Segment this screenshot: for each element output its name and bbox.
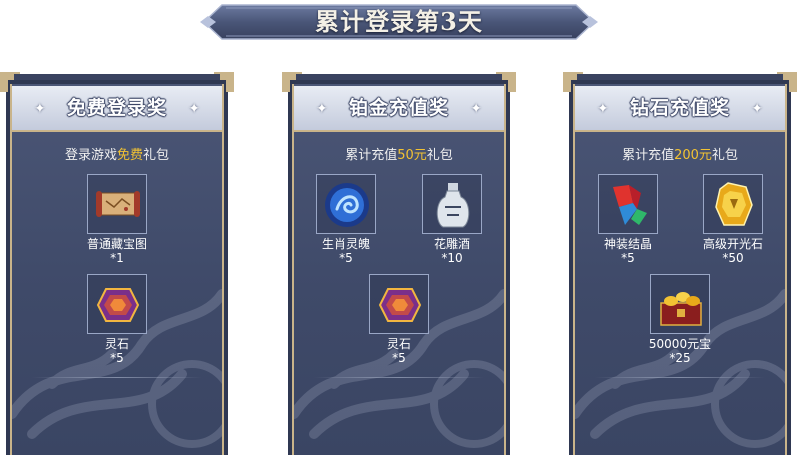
zodiac-soul-icon <box>325 183 369 227</box>
spirit-stone-icon <box>96 288 140 322</box>
ornament-right-icon: ✦ <box>751 101 763 117</box>
reward-item[interactable]: 普通藏宝图 *1 <box>72 174 162 265</box>
reward-item[interactable]: 50000元宝 *25 <box>635 274 725 365</box>
item-count: *5 <box>110 351 124 365</box>
reward-item[interactable]: 灵石 *5 <box>72 274 162 365</box>
header-divider <box>575 130 785 132</box>
panel-subtitle: 累计充值50元礼包 <box>294 144 504 163</box>
item-count: *50 <box>722 251 744 265</box>
item-slot[interactable] <box>703 174 763 234</box>
item-count: *5 <box>621 251 635 265</box>
item-name: 花雕酒 <box>433 237 470 251</box>
subtitle-prefix: 累计充值 <box>622 148 675 163</box>
panel-divider <box>314 377 484 378</box>
banner-title: 累计登录第3天 <box>315 7 483 36</box>
ornament-right-icon: ✦ <box>188 101 200 117</box>
panel-body <box>10 84 224 455</box>
subtitle-suffix: 礼包 <box>711 148 738 163</box>
reward-item[interactable]: 高级开光石 *50 <box>688 174 778 265</box>
reward-panel-free: ✦ 免费登录奖 ✦ 登录游戏免费礼包 普通藏宝图 *1 灵石 *5 <box>0 72 234 455</box>
item-slot[interactable] <box>422 174 482 234</box>
item-count: *1 <box>110 251 124 265</box>
subtitle-highlight: 50元 <box>397 148 427 163</box>
panel-divider <box>32 377 202 378</box>
wine-jar-icon <box>436 183 470 228</box>
subtitle-highlight: 免费 <box>116 148 143 163</box>
reward-panel-platinum: ✦ 铂金充值奖 ✦ 累计充值50元礼包 生肖灵魄 *5 花雕酒 *10 灵石 *… <box>282 72 516 455</box>
subtitle-prefix: 登录游戏 <box>64 148 117 163</box>
subtitle-highlight: 200元 <box>674 148 712 163</box>
ornament-right-icon: ✦ <box>470 101 482 117</box>
item-name: 普通藏宝图 <box>86 237 147 251</box>
panel-body <box>573 84 787 455</box>
header-divider <box>294 130 504 132</box>
item-count: *5 <box>392 351 406 365</box>
item-count: *5 <box>339 251 353 265</box>
treasure-map-icon <box>96 191 140 217</box>
reward-item[interactable]: 灵石 *5 <box>354 274 444 365</box>
subtitle-prefix: 累计充值 <box>345 148 398 163</box>
reward-item[interactable]: 生肖灵魄 *5 <box>301 174 391 265</box>
item-name: 50000元宝 <box>648 337 712 351</box>
panel-body <box>292 84 506 455</box>
panel-header: ✦ 铂金充值奖 ✦ <box>294 86 504 130</box>
panel-subtitle: 登录游戏免费礼包 <box>12 144 222 163</box>
item-slot[interactable] <box>598 174 658 234</box>
item-name: 灵石 <box>386 337 411 351</box>
item-count: *10 <box>441 251 463 265</box>
advanced-blessing-stone-icon <box>715 182 753 226</box>
reward-panel-diamond: ✦ 钻石充值奖 ✦ 累计充值200元礼包 神装结晶 *5 高级开光石 *50 5… <box>563 72 797 455</box>
item-slot[interactable] <box>650 274 710 334</box>
panel-divider <box>595 377 765 378</box>
item-slot[interactable] <box>87 174 147 234</box>
panel-header: ✦ 免费登录奖 ✦ <box>12 86 222 130</box>
item-slot[interactable] <box>87 274 147 334</box>
item-name: 灵石 <box>104 337 129 351</box>
divine-crystal-icon <box>613 185 647 225</box>
spirit-stone-icon <box>378 288 422 322</box>
item-slot[interactable] <box>316 174 376 234</box>
subtitle-suffix: 礼包 <box>143 148 170 163</box>
panel-header: ✦ 钻石充值奖 ✦ <box>575 86 785 130</box>
panel-subtitle: 累计充值200元礼包 <box>575 144 785 163</box>
item-count: *25 <box>669 351 691 365</box>
item-slot[interactable] <box>369 274 429 334</box>
title-banner: 累计登录第3天 <box>200 2 598 42</box>
reward-item[interactable]: 神装结晶 *5 <box>583 174 673 265</box>
item-name: 高级开光石 <box>702 237 763 251</box>
header-divider <box>12 130 222 132</box>
subtitle-suffix: 礼包 <box>426 148 453 163</box>
gold-ingot-chest-icon <box>660 292 702 326</box>
item-name: 神装结晶 <box>603 237 652 251</box>
item-name: 生肖灵魄 <box>321 237 370 251</box>
reward-item[interactable]: 花雕酒 *10 <box>407 174 497 265</box>
